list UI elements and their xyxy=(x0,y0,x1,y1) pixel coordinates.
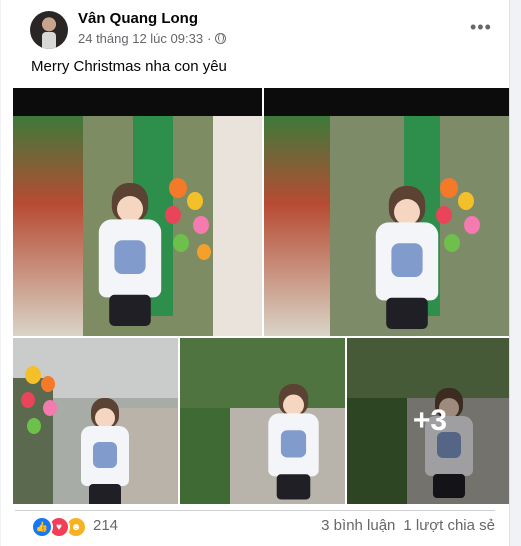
post-caption: Merry Christmas nha con yêu xyxy=(31,58,227,75)
comment-count[interactable]: 3 bình luận xyxy=(321,517,395,534)
globe-icon[interactable] xyxy=(215,33,227,44)
scrollbar[interactable] xyxy=(511,0,521,546)
post-meta: 24 tháng 12 lúc 09:33 · xyxy=(78,31,227,46)
more-options-button[interactable]: ••• xyxy=(470,17,492,38)
post-stats: 3 bình luận 1 lượt chia sẻ xyxy=(321,517,495,534)
share-count[interactable]: 1 lượt chia sẻ xyxy=(403,517,495,534)
meta-separator: · xyxy=(207,31,212,46)
facebook-post: Vân Quang Long 24 tháng 12 lúc 09:33 · •… xyxy=(1,0,510,546)
reaction-count[interactable]: 214 xyxy=(93,517,118,534)
like-icon: 👍 xyxy=(31,516,53,538)
photo-4[interactable] xyxy=(180,338,345,504)
photo-2[interactable] xyxy=(264,88,509,336)
more-photos-overlay[interactable]: +3 xyxy=(347,338,509,504)
photo-5[interactable]: +3 xyxy=(347,338,509,504)
footer-divider xyxy=(15,510,495,511)
post-timestamp[interactable]: 24 tháng 12 lúc 09:33 xyxy=(78,31,203,46)
author-avatar[interactable] xyxy=(30,11,68,49)
photo-3[interactable] xyxy=(13,338,178,504)
photo-1[interactable] xyxy=(13,88,262,336)
author-name[interactable]: Vân Quang Long xyxy=(78,10,198,27)
reaction-icons[interactable]: 👍 ♥ ☻ xyxy=(31,516,87,538)
